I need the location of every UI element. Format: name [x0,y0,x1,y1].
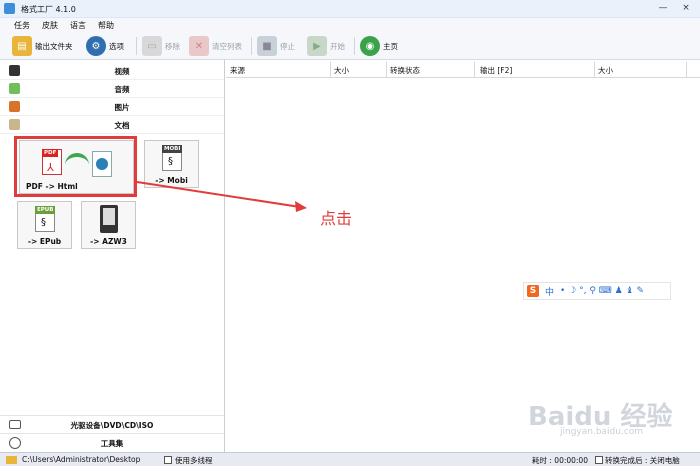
to-azw3-label: -> AZW3 [90,237,127,246]
category-image[interactable]: 图片 [0,98,224,116]
column-divider [386,62,387,78]
toolbar: ▤ 输出文件夹 ⚙ 选项 ▭ 移除 ✕ 清空列表 ■ 停止 ▶ 开始 ◉ 主页 [0,32,700,60]
optical-device-category[interactable]: 光驱设备\DVD\CD\ISO [0,415,224,433]
close-button[interactable]: × [678,2,694,15]
annotation-arrow [136,181,307,212]
category-panel: 视频 音频 图片 文档 PDF ⅄ PDF -> Html MOBI § -> … [0,60,225,452]
output-path: C:\Users\Administrator\Desktop [22,455,141,464]
to-epub-label: -> EPub [27,237,62,246]
options-button[interactable]: ⚙ 选项 [86,35,124,57]
clear-list-label: 清空列表 [212,41,242,51]
multithread-label: 使用多线程 [175,456,213,465]
category-video[interactable]: 视频 [0,62,224,80]
to-epub-tile[interactable]: EPUB § -> EPub [17,201,72,249]
ime-language[interactable]: 中 [545,285,554,298]
column-output[interactable]: 输出 [F2] [480,65,512,76]
ereader-icon [100,205,118,233]
remove-icon: ▭ [142,36,162,56]
mobi-file-icon: MOBI § [162,145,183,171]
column-size[interactable]: 大小 [334,65,349,76]
category-image-label: 图片 [114,103,130,112]
stop-label: 停止 [280,41,295,51]
after-convert-label: 转换完成后 : 关闭电脑 [605,456,680,465]
window-title: 格式工厂 4.1.0 [21,5,76,14]
folder-icon [6,456,17,464]
options-icon: ⚙ [86,36,106,56]
category-audio-label: 音频 [114,85,130,94]
output-folder-label: 输出文件夹 [35,41,73,51]
title-bar: 格式工厂 4.1.0 — × [0,0,700,18]
column-output-size[interactable]: 大小 [598,65,613,76]
epub-file-icon: EPUB § [35,206,56,232]
column-divider [474,62,475,78]
task-list-header: 来源 大小 转换状态 输出 [F2] 大小 [226,62,700,78]
annotation-text: 点击 [320,209,353,228]
status-bar: C:\Users\Administrator\Desktop 使用多线程 耗时 … [0,452,700,466]
epub-logo-icon: § [41,217,46,228]
minimize-button[interactable]: — [655,2,671,15]
highlight-box [14,136,137,197]
column-divider [330,62,331,78]
epub-tag: EPUB [35,206,56,214]
remove-label: 移除 [165,41,180,51]
column-divider [594,62,595,78]
toolbar-divider [354,37,355,55]
folder-icon: ▤ [12,36,32,56]
baidu-watermark-url: jingyan.baidu.com [560,427,644,437]
output-folder-button[interactable]: ▤ 输出文件夹 [12,35,73,57]
mobi-logo-icon: § [168,156,173,167]
menu-bar: 任务 皮肤 语言 帮助 [0,18,700,32]
ime-toolbar[interactable]: S 中 • ☽ °, ⚲ ⌨ ♟ ♝ ✎ [523,282,671,300]
category-video-label: 视频 [114,67,130,76]
ereader-screen [103,208,115,225]
stop-icon: ■ [257,36,277,56]
menu-skin[interactable]: 皮肤 [42,20,58,31]
column-status[interactable]: 转换状态 [390,65,420,76]
start-icon: ▶ [307,36,327,56]
after-convert-checkbox[interactable] [595,456,603,464]
stop-button[interactable]: ■ 停止 [257,35,295,57]
toolbox-label: 工具集 [100,439,124,448]
menu-language[interactable]: 语言 [70,20,86,31]
ime-extra-icons[interactable]: • ☽ °, ⚲ ⌨ ♟ ♝ ✎ [560,286,644,296]
menu-help[interactable]: 帮助 [98,20,114,31]
to-azw3-tile[interactable]: -> AZW3 [81,201,136,249]
column-divider [686,62,687,78]
toolbox-category[interactable]: 工具集 [0,433,224,451]
menu-task[interactable]: 任务 [14,20,30,31]
home-label: 主页 [383,41,398,51]
start-label: 开始 [330,41,345,51]
optical-device-label: 光驱设备\DVD\CD\ISO [70,421,154,430]
home-button[interactable]: ◉ 主页 [360,35,398,57]
home-globe-icon: ◉ [360,36,380,56]
options-label: 选项 [109,41,124,51]
toolbar-divider [136,37,137,55]
start-button[interactable]: ▶ 开始 [307,35,345,57]
category-document[interactable]: 文档 [0,116,224,134]
mobi-tag: MOBI [162,145,183,153]
remove-button[interactable]: ▭ 移除 [142,35,180,57]
category-document-label: 文档 [114,121,130,130]
elapsed-time: 耗时 : 00:00:00 [532,456,588,465]
sogou-logo-icon: S [527,285,539,297]
multithread-checkbox[interactable] [164,456,172,464]
task-list: 来源 大小 转换状态 输出 [F2] 大小 [226,60,700,452]
category-audio[interactable]: 音频 [0,80,224,98]
clear-list-icon: ✕ [189,36,209,56]
column-source[interactable]: 来源 [230,65,245,76]
app-icon [4,3,15,14]
toolbar-divider [251,37,252,55]
clear-list-button[interactable]: ✕ 清空列表 [189,35,242,57]
